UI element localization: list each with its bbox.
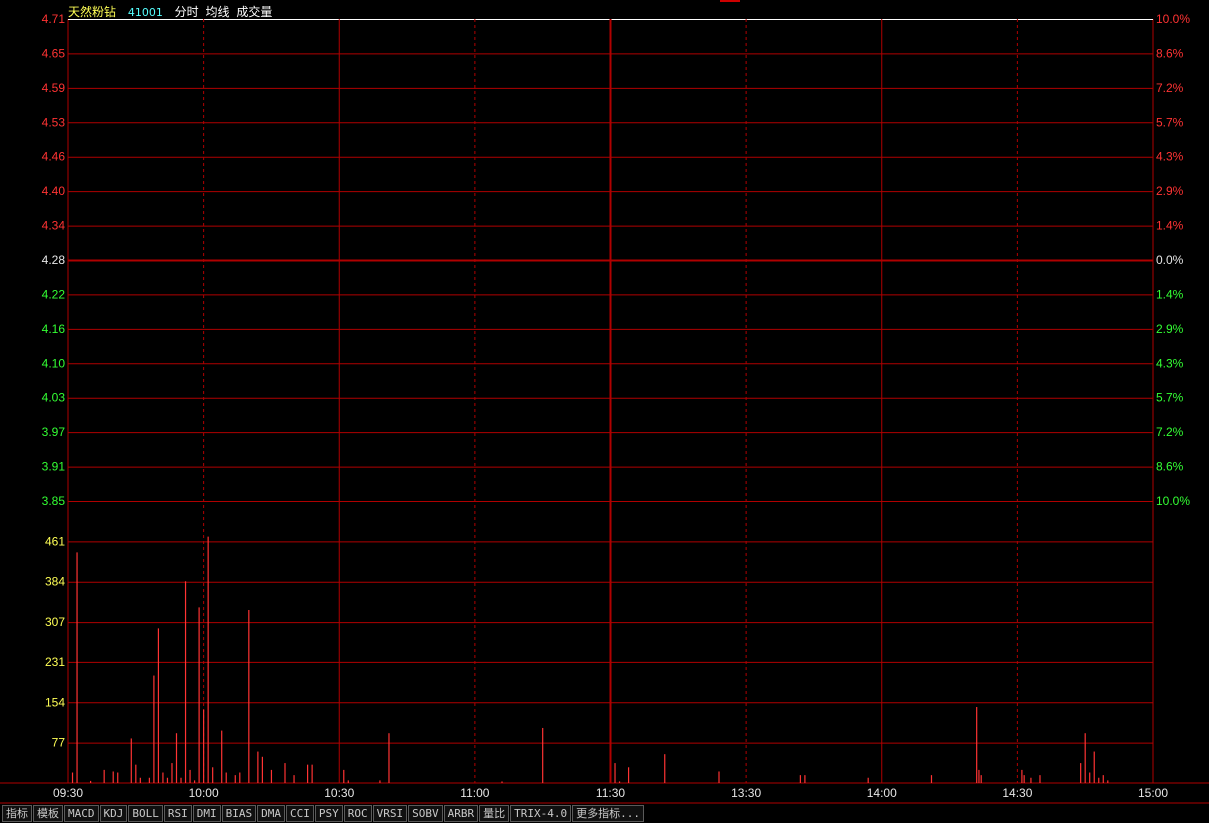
volume-tick-label: 384: [45, 575, 65, 589]
toolbar-button[interactable]: 量比: [479, 805, 510, 822]
price-tick-label: 3.85: [42, 494, 66, 508]
instrument-code: 41001: [127, 6, 163, 19]
percent-tick-label: 10.0%: [1156, 12, 1190, 26]
toolbar-button[interactable]: 更多指标...: [572, 805, 644, 822]
volume-tick-label: 461: [45, 534, 65, 548]
indicator-toolbar: 指标 模板 MACD KDJ BOLL RSI DMI BIAS DMA CCI PSY ROC VRS…: [2, 805, 645, 822]
percent-tick-label: 10.0%: [1156, 494, 1190, 508]
toolbar-button[interactable]: BOLL: [128, 805, 163, 822]
percent-tick-label: 5.7%: [1156, 115, 1184, 129]
price-tick-label: 4.71: [42, 12, 66, 26]
price-tick-label: 4.40: [42, 184, 66, 198]
instrument-name: 天然粉钻: [68, 5, 117, 19]
volume-tick-label: 154: [45, 695, 65, 709]
time-tick-label: 11:00: [460, 786, 489, 800]
price-tick-label: 4.03: [42, 391, 66, 405]
chart-background: [0, 0, 1209, 823]
toolbar-button[interactable]: 模板: [33, 805, 63, 822]
price-tick-label: 4.10: [42, 356, 66, 370]
chart-header: 天然粉钻 41001 分时 均线 成交量: [68, 3, 280, 19]
price-tick-label: 4.16: [42, 322, 66, 336]
percent-tick-label: 4.3%: [1156, 150, 1184, 164]
intraday-chart: 4.71 4.65 4.59 4.53 4.46 4.40 4.34 4.28 4.22 4.16…: [0, 0, 1209, 823]
price-tick-label: 4.53: [42, 115, 66, 129]
percent-tick-label: 8.6%: [1156, 460, 1184, 474]
percent-tick-label: 2.9%: [1156, 322, 1184, 336]
toolbar-button[interactable]: RSI: [163, 805, 192, 822]
volume-tick-label: 307: [45, 615, 65, 629]
time-tick-label: 09:30: [53, 786, 83, 800]
volume-tick-label: 77: [52, 736, 66, 750]
toolbar-button[interactable]: CCI: [286, 805, 314, 822]
percent-tick-label: 0.0%: [1156, 253, 1184, 267]
percent-tick-label: 1.4%: [1156, 219, 1184, 233]
volume-tick-label: 231: [45, 655, 65, 669]
toolbar-button[interactable]: ROC: [343, 805, 372, 822]
header-item-volume: 成交量: [236, 5, 273, 19]
time-tick-label: 11:30: [596, 786, 625, 800]
price-tick-label: 4.59: [42, 81, 66, 95]
price-tick-label: 4.46: [42, 150, 66, 164]
time-tick-label: 10:30: [324, 786, 354, 800]
header-item-timeshare: 分时: [174, 5, 199, 19]
header-item-avgline: 均线: [205, 5, 230, 19]
toolbar-button[interactable]: ARBR: [443, 805, 479, 822]
time-tick-label: 14:30: [1002, 786, 1032, 800]
time-tick-label: 15:00: [1138, 786, 1168, 800]
time-tick-label: 14:00: [867, 786, 897, 800]
toolbar-button[interactable]: PSY: [314, 805, 343, 822]
toolbar-button[interactable]: KDJ: [99, 805, 128, 822]
percent-tick-label: 1.4%: [1156, 287, 1184, 301]
toolbar-button[interactable]: DMA: [257, 805, 285, 822]
toolbar-button[interactable]: TRIX-4.0: [510, 805, 572, 822]
time-tick-label: 10:00: [189, 786, 219, 800]
percent-tick-label: 7.2%: [1156, 81, 1184, 95]
toolbar-button[interactable]: SOBV: [408, 805, 443, 822]
price-axis-left: 4.71 4.65 4.59 4.53 4.46 4.40 4.34 4.28 4.22 4.16…: [42, 12, 66, 508]
price-tick-label: 4.22: [42, 287, 66, 301]
price-tick-label: 4.34: [42, 219, 66, 233]
percent-tick-label: 2.9%: [1156, 184, 1184, 198]
top-red-bar: [720, 0, 740, 2]
price-tick-label: 3.91: [42, 460, 66, 474]
price-tick-label: 4.65: [42, 46, 66, 60]
percent-tick-label: 8.6%: [1156, 46, 1184, 60]
toolbar-button[interactable]: DMI: [192, 805, 221, 822]
time-tick-label: 13:30: [731, 786, 761, 800]
toolbar-button[interactable]: 指标: [2, 805, 32, 822]
price-tick-label: 4.28: [42, 253, 66, 267]
toolbar-button[interactable]: VRSI: [372, 805, 408, 822]
toolbar-button[interactable]: MACD: [64, 805, 99, 822]
price-tick-label: 3.97: [42, 425, 66, 439]
toolbar-button[interactable]: BIAS: [221, 805, 257, 822]
percent-tick-label: 5.7%: [1156, 391, 1184, 405]
percent-tick-label: 4.3%: [1156, 356, 1184, 370]
percent-tick-label: 7.2%: [1156, 425, 1184, 439]
